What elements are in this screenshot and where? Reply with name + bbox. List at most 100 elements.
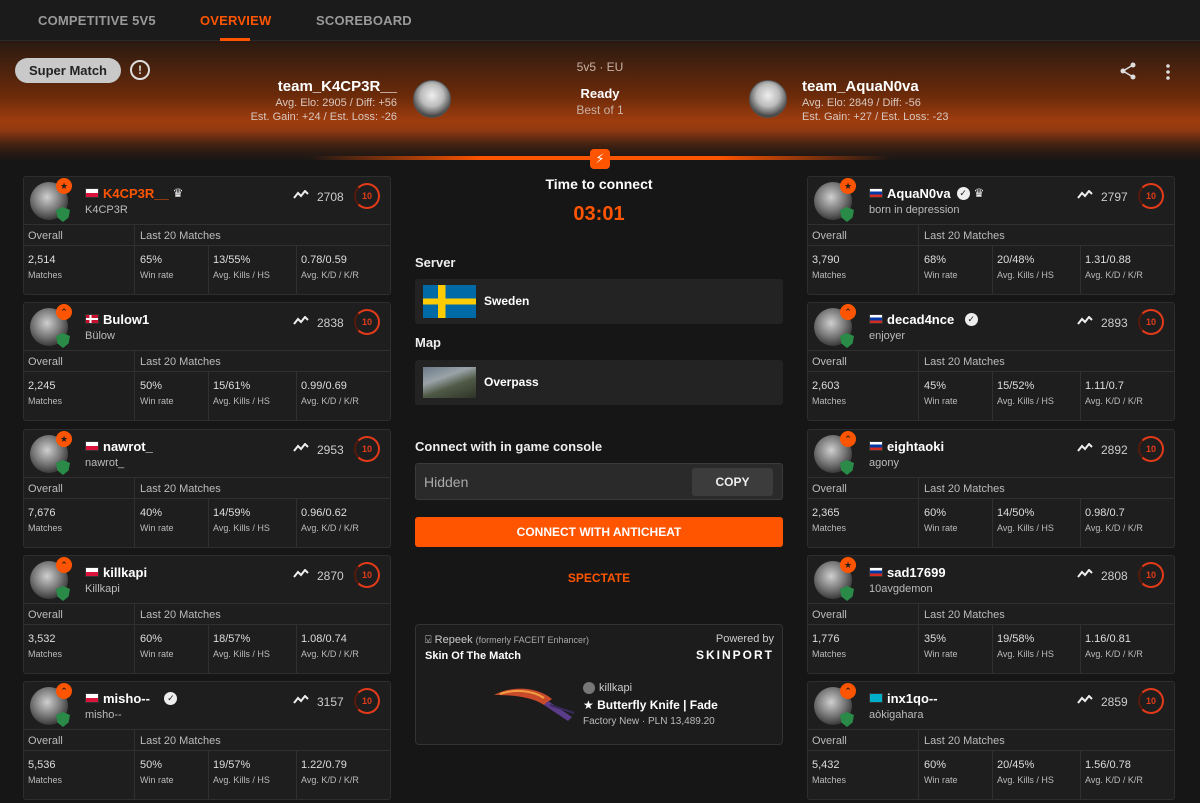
player-nickname[interactable]: Bulow1 — [103, 312, 149, 327]
stat-matches-label: Matches — [28, 396, 63, 406]
stat-kills-hs: 19/58% — [997, 633, 1035, 645]
overall-label: Overall — [812, 609, 847, 621]
map-box: Overpass — [415, 360, 783, 405]
stat-winrate-label: Win rate — [924, 775, 958, 785]
stat-kills-hs: 14/59% — [213, 507, 251, 519]
player-nickname[interactable]: AquaN0va — [887, 186, 951, 201]
share-icon[interactable] — [1118, 61, 1138, 87]
player-nickname[interactable]: eightaoki — [887, 439, 944, 454]
last20-label: Last 20 Matches — [140, 230, 221, 242]
divider — [134, 477, 135, 547]
trend-icon — [293, 568, 309, 582]
player-nickname[interactable]: nawrot_ — [103, 439, 153, 454]
skill-level-icon: 10 — [1138, 562, 1164, 588]
time-to-connect-label: Time to connect — [545, 176, 653, 192]
divider — [208, 625, 209, 673]
tab-scoreboard[interactable]: SCOREBOARD — [316, 13, 412, 28]
divider — [296, 751, 297, 799]
stats-header: Overall Last 20 Matches — [24, 477, 390, 499]
stat-winrate: 40% — [140, 507, 163, 519]
player-nickname[interactable]: killkapi — [103, 565, 147, 580]
stat-kills-hs-label: Avg. Kills / HS — [997, 270, 1054, 280]
anticheat-shield-icon — [56, 207, 70, 222]
divider — [1080, 372, 1081, 420]
stat-winrate-label: Win rate — [140, 396, 174, 406]
stat-kd-kr: 0.99/0.69 — [301, 380, 347, 392]
overall-label: Overall — [812, 230, 847, 242]
trend-icon — [1077, 189, 1093, 203]
divider — [296, 499, 297, 547]
player-card[interactable]: ⌃ misho-- ✓ misho-- 3157 10 Overall Last 20 Mat… — [23, 681, 391, 800]
stat-kills-hs: 20/45% — [997, 759, 1035, 771]
player-card[interactable]: ★ AquaN0va ✓ ♛ born in depression 2797 10 Overa… — [807, 176, 1175, 295]
rank-badge-icon: ⌃ — [840, 304, 856, 320]
skill-level-icon: 10 — [1138, 183, 1164, 209]
divider — [918, 477, 919, 547]
console-command-field[interactable]: Hidden COPY — [415, 463, 783, 500]
divider — [918, 729, 919, 799]
stat-kd-kr: 1.56/0.78 — [1085, 759, 1131, 771]
stat-kd-kr-label: Avg. K/D / K/R — [1085, 775, 1143, 785]
rank-badge-icon: ★ — [840, 178, 856, 194]
stat-winrate: 68% — [924, 254, 947, 266]
stat-kills-hs-label: Avg. Kills / HS — [997, 396, 1054, 406]
divider — [918, 350, 919, 420]
stat-winrate-label: Win rate — [924, 523, 958, 533]
sponsor-logo[interactable]: SKINPORT — [696, 648, 774, 662]
player-nickname[interactable]: sad17699 — [887, 565, 946, 580]
trend-icon — [293, 442, 309, 456]
stat-kd-kr-label: Avg. K/D / K/R — [301, 775, 359, 785]
player-nickname[interactable]: K4CP3R__ — [103, 186, 169, 201]
copy-button[interactable]: COPY — [692, 468, 773, 496]
owner-avatar — [583, 682, 595, 694]
stat-matches: 3,790 — [812, 254, 840, 266]
anticheat-shield-icon — [840, 207, 854, 222]
player-nickname[interactable]: inx1qo-- — [887, 691, 938, 706]
overall-label: Overall — [28, 483, 63, 495]
spectate-button[interactable]: SPECTATE — [415, 571, 783, 585]
player-elo: 2797 — [1101, 190, 1128, 204]
stat-winrate-label: Win rate — [924, 270, 958, 280]
player-nickname[interactable]: decad4nce — [887, 312, 954, 327]
best-of: Best of 1 — [576, 103, 624, 117]
player-card[interactable]: ⌃ killkapi Killkapi 2870 10 Overall Last 20 Ma… — [23, 555, 391, 674]
stat-matches: 2,365 — [812, 507, 840, 519]
player-card[interactable]: ⌃ decad4nce ✓ enjoyer 2893 10 Overall Last 20 M… — [807, 302, 1175, 421]
divider — [1080, 751, 1081, 799]
trend-icon — [1077, 694, 1093, 708]
overall-label: Overall — [28, 735, 63, 747]
skin-of-the-match-panel[interactable]: ⍌ Repeek (formerly FACEIT Enhancer) Skin… — [415, 624, 783, 745]
server-value: Sweden — [484, 294, 530, 308]
player-card[interactable]: ⌃ eightaoki agony 2892 10 Overall Last 20 Matc… — [807, 429, 1175, 548]
divider — [208, 246, 209, 294]
country-flag-icon — [869, 314, 883, 324]
overall-label: Overall — [28, 609, 63, 621]
player-nickname[interactable]: misho-- — [103, 691, 150, 706]
more-vertical-icon[interactable] — [1160, 63, 1176, 87]
divider — [992, 499, 993, 547]
player-card[interactable]: ★ K4CP3R__ ♛ K4CP3R 2708 10 Overall Last 20 Mat… — [23, 176, 391, 295]
tab-overview[interactable]: OVERVIEW — [200, 13, 271, 28]
last20-label: Last 20 Matches — [924, 735, 1005, 747]
rank-badge-icon: ⌃ — [56, 683, 72, 699]
player-card[interactable]: ★ nawrot_ nawrot_ 2953 10 Overall Last 20 Matc… — [23, 429, 391, 548]
player-card[interactable]: ⌃ Bulow1 Bülow 2838 10 Overall Last 20 Matches… — [23, 302, 391, 421]
tab-competitive[interactable]: COMPETITIVE 5V5 — [38, 13, 156, 28]
team2-name[interactable]: team_AquaN0va — [802, 78, 919, 95]
skill-level-icon: 10 — [1138, 688, 1164, 714]
player-card[interactable]: ⌃ inx1qo-- aòkigahara 2859 10 Overall Last 20 … — [807, 681, 1175, 800]
player-card[interactable]: ★ sad17699 10avgdemon 2808 10 Overall Last 20 … — [807, 555, 1175, 674]
country-flag-icon — [85, 567, 99, 577]
rank-badge-icon: ⌃ — [840, 683, 856, 699]
player-elo: 2708 — [317, 190, 344, 204]
stat-winrate: 35% — [924, 633, 947, 645]
connect-anticheat-button[interactable]: CONNECT WITH ANTICHEAT — [415, 517, 783, 547]
skin-name: ★ Butterfly Knife | Fade — [583, 698, 718, 712]
stat-matches: 5,536 — [28, 759, 56, 771]
stat-kd-kr-label: Avg. K/D / K/R — [301, 396, 359, 406]
country-flag-icon — [869, 188, 883, 198]
stat-kd-kr-label: Avg. K/D / K/R — [301, 649, 359, 659]
stats-header: Overall Last 20 Matches — [808, 224, 1174, 246]
stat-winrate: 60% — [924, 507, 947, 519]
country-flag-icon — [85, 693, 99, 703]
